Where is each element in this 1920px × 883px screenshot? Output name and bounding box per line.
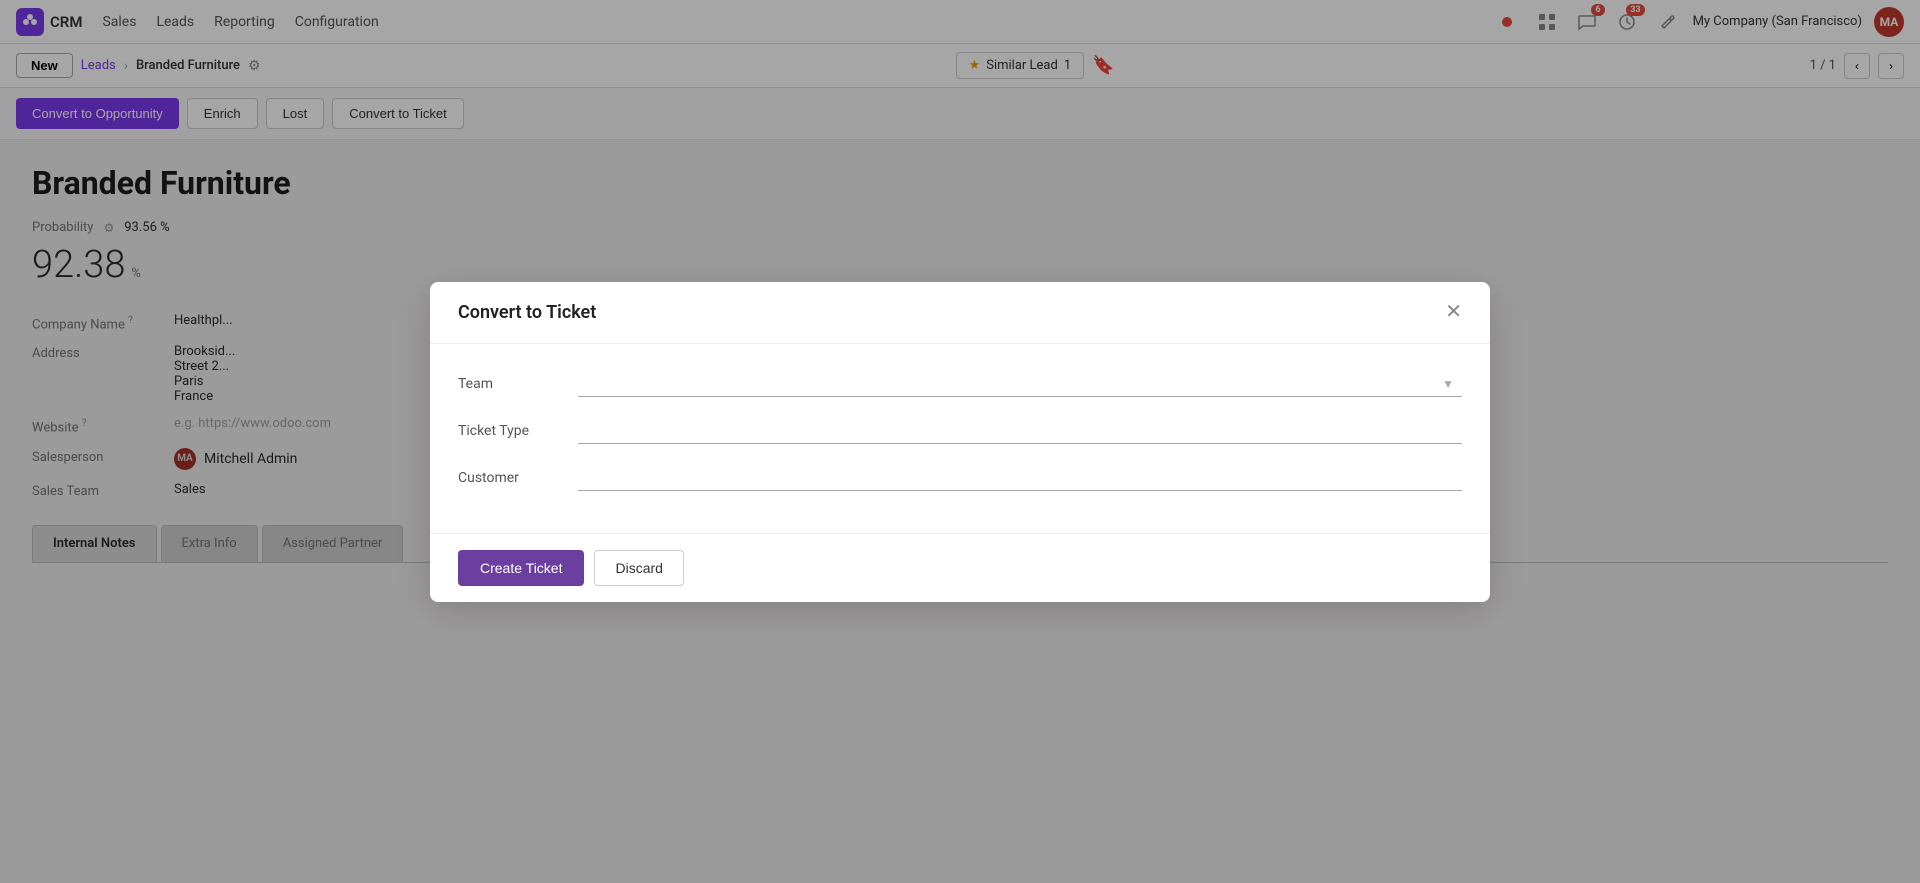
dialog-body: Team ▼ Ticket Type Customer [430,344,1490,533]
create-ticket-button[interactable]: Create Ticket [458,550,584,586]
dialog-team-input[interactable] [578,372,1442,396]
dialog-ticket-type-input-wrapper [578,419,1462,444]
dialog-customer-input[interactable] [578,466,1462,490]
dialog-customer-field: Customer [458,466,1462,491]
dialog-team-field: Team ▼ [458,372,1462,397]
dialog-customer-label: Customer [458,470,578,486]
convert-to-ticket-dialog: Convert to Ticket ✕ Team ▼ Ticket Type [430,282,1490,602]
modal-overlay[interactable]: Convert to Ticket ✕ Team ▼ Ticket Type [0,0,1920,883]
dialog-ticket-type-field: Ticket Type [458,419,1462,444]
dialog-team-input-wrapper: ▼ [578,372,1462,397]
discard-button[interactable]: Discard [594,550,683,586]
dialog-ticket-type-label: Ticket Type [458,423,578,439]
dialog-close-button[interactable]: ✕ [1445,302,1462,322]
dialog-footer: Create Ticket Discard [430,533,1490,602]
dialog-header: Convert to Ticket ✕ [430,282,1490,344]
dropdown-arrow-icon: ▼ [1442,377,1462,391]
dialog-ticket-type-input[interactable] [578,419,1462,443]
dialog-title: Convert to Ticket [458,302,596,323]
dialog-customer-input-wrapper [578,466,1462,491]
dialog-team-label: Team [458,376,578,392]
